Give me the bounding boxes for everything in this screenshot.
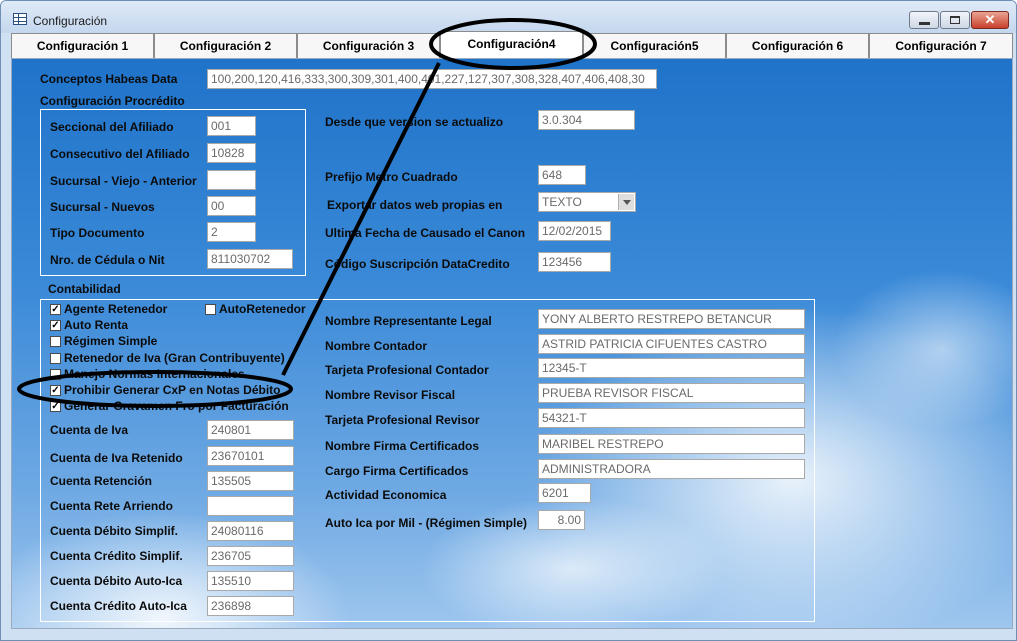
sucursal-viejo-label: Sucursal - Viejo - Anterior [50, 174, 197, 188]
retenedor-iva-label: Retenedor de Iva (Gran Contribuyente) [64, 351, 285, 365]
prefijo-label: Prefijo Metro Cuadrado [325, 170, 458, 184]
cuenta-credito-simplif-input[interactable]: 236705 [207, 546, 294, 566]
revisor-fiscal-input[interactable]: PRUEBA REVISOR FISCAL [538, 383, 805, 403]
tab-configuracion-7[interactable]: Configuración 7 [869, 33, 1013, 58]
regimen-simple-checkbox[interactable] [50, 336, 61, 347]
version-input[interactable]: 3.0.304 [538, 110, 635, 130]
tab-panel: Conceptos Habeas Data 100,200,120,416,33… [11, 58, 1013, 629]
datacredito-input[interactable]: 123456 [538, 252, 611, 272]
normas-internacionales-checkbox[interactable] [50, 369, 61, 380]
seccional-label: Seccional del Afiliado [50, 120, 174, 134]
tarjeta-revisor-label: Tarjeta Profesional Revisor [325, 413, 480, 427]
datacredito-label: Código Suscripción DataCredito [325, 257, 510, 271]
exportar-label: Exportar datos web propias en [327, 198, 503, 212]
cuenta-credito-autoica-label: Cuenta Crédito Auto-Ica [50, 599, 187, 613]
cedula-nit-label: Nro. de Cédula o Nit [50, 253, 165, 267]
cuenta-iva-retenido-label: Cuenta de Iva Retenido [50, 451, 183, 465]
habeas-data-input[interactable]: 100,200,120,416,333,300,309,301,400,401,… [207, 69, 657, 89]
ultima-fecha-label: Ultima Fecha de Causado el Canon [325, 226, 526, 240]
nombre-contador-label: Nombre Contador [325, 339, 427, 353]
exportar-selected-value: TEXTO [542, 195, 582, 209]
auto-renta-label: Auto Renta [64, 318, 128, 332]
prohibir-cxp-label: Prohibir Generar CxP en Notas Débito [64, 383, 281, 397]
firma-certificados-label: Nombre Firma Certificados [325, 439, 480, 453]
tipo-documento-input[interactable]: 2 [207, 222, 256, 242]
tab-strip: Configuración 1 Configuración 2 Configur… [11, 31, 1013, 58]
cuenta-debito-autoica-input[interactable]: 135510 [207, 571, 294, 591]
minimize-button[interactable] [909, 11, 939, 29]
tab-configuracion-4[interactable]: Configuración4 [440, 31, 583, 58]
exportar-select[interactable]: TEXTO [538, 192, 636, 212]
tarjeta-revisor-input[interactable]: 54321-T [538, 408, 805, 428]
sucursal-nuevos-label: Sucursal - Nuevos [50, 200, 155, 214]
cargo-firma-input[interactable]: ADMINISTRADORA [538, 459, 805, 479]
actividad-economica-label: Actividad Economica [325, 488, 447, 502]
cargo-firma-label: Cargo Firma Certificados [325, 464, 469, 478]
agente-retenedor-label: Agente Retenedor [64, 302, 168, 316]
cuenta-iva-retenido-input[interactable]: 23670101 [207, 446, 294, 466]
habeas-data-label: Conceptos Habeas Data [40, 72, 178, 86]
cuenta-credito-simplif-label: Cuenta Crédito Simplif. [50, 549, 183, 563]
representante-legal-label: Nombre Representante Legal [325, 314, 492, 328]
seccional-input[interactable]: 001 [207, 116, 256, 136]
retenedor-iva-checkbox[interactable] [50, 353, 61, 364]
cuenta-iva-input[interactable]: 240801 [207, 420, 294, 440]
cuenta-debito-simplif-label: Cuenta Débito Simplif. [50, 524, 179, 538]
cuenta-rete-arriendo-input[interactable] [207, 496, 294, 516]
consecutivo-label: Consecutivo del Afiliado [50, 147, 190, 161]
tab-configuracion-3[interactable]: Configuración 3 [297, 33, 440, 58]
cuenta-rete-arriendo-label: Cuenta Rete Arriendo [50, 499, 173, 513]
chevron-down-icon[interactable] [618, 194, 634, 210]
close-button[interactable]: ✕ [971, 11, 1009, 29]
maximize-button[interactable] [940, 11, 970, 29]
consecutivo-input[interactable]: 10828 [207, 143, 256, 163]
cuenta-iva-label: Cuenta de Iva [50, 423, 129, 437]
cuenta-debito-autoica-label: Cuenta Débito Auto-Ica [50, 574, 183, 588]
table-icon [13, 13, 27, 25]
title-bar[interactable]: Configuración ✕ [1, 1, 1016, 33]
contabilidad-heading: Contabilidad [48, 282, 121, 296]
cuenta-debito-simplif-input[interactable]: 24080116 [207, 521, 294, 541]
nombre-contador-input[interactable]: ASTRID PATRICIA CIFUENTES CASTRO [538, 334, 805, 354]
tab-configuracion-6[interactable]: Configuración 6 [726, 33, 869, 58]
autoretenedor-checkbox[interactable] [205, 304, 216, 315]
ultima-fecha-input[interactable]: 12/02/2015 [538, 221, 611, 241]
cuenta-credito-autoica-input[interactable]: 236898 [207, 596, 294, 616]
representante-legal-input[interactable]: YONY ALBERTO RESTREPO BETANCUR [538, 309, 805, 329]
prefijo-input[interactable]: 648 [538, 165, 586, 185]
cedula-nit-input[interactable]: 811030702 [207, 249, 293, 269]
tab-configuracion-2[interactable]: Configuración 2 [154, 33, 297, 58]
revisor-fiscal-label: Nombre Revisor Fiscal [325, 388, 456, 402]
autoretenedor-label: AutoRetenedor [219, 302, 306, 316]
version-label: Desde que version se actualizo [325, 115, 504, 129]
tab-configuracion-1[interactable]: Configuración 1 [11, 33, 154, 58]
normas-internacionales-label: Manejo Normas Internacionales [64, 367, 245, 381]
gravamen-facturacion-label: Generar Gravamen Fro por Facturación [64, 399, 289, 413]
actividad-economica-input[interactable]: 6201 [538, 483, 591, 503]
auto-ica-input[interactable]: 8.00 [538, 510, 585, 530]
tarjeta-contador-label: Tarjeta Profesional Contador [325, 363, 489, 377]
firma-certificados-input[interactable]: MARIBEL RESTREPO [538, 434, 805, 454]
sucursal-viejo-input[interactable] [207, 170, 256, 190]
gravamen-facturacion-checkbox[interactable]: ✓ [50, 401, 61, 412]
prohibir-cxp-checkbox[interactable]: ✓ [50, 385, 61, 396]
close-icon: ✕ [984, 12, 996, 27]
sucursal-nuevos-input[interactable]: 00 [207, 196, 256, 216]
configuration-window: Configuración ✕ Configuración 1 Configur… [0, 0, 1017, 641]
cuenta-retencion-input[interactable]: 135505 [207, 471, 294, 491]
tipo-documento-label: Tipo Documento [50, 226, 145, 240]
tarjeta-contador-input[interactable]: 12345-T [538, 358, 805, 378]
tab-configuracion-5[interactable]: Configuración5 [583, 33, 726, 58]
auto-ica-label: Auto Ica por Mil - (Régimen Simple) [325, 516, 528, 530]
regimen-simple-label: Régimen Simple [64, 334, 158, 348]
auto-renta-checkbox[interactable]: ✓ [50, 320, 61, 331]
procredito-heading: Configuración Procrédito [40, 94, 185, 108]
cuenta-retencion-label: Cuenta Retención [50, 474, 153, 488]
window-title: Configuración [33, 14, 108, 28]
agente-retenedor-checkbox[interactable]: ✓ [50, 304, 61, 315]
